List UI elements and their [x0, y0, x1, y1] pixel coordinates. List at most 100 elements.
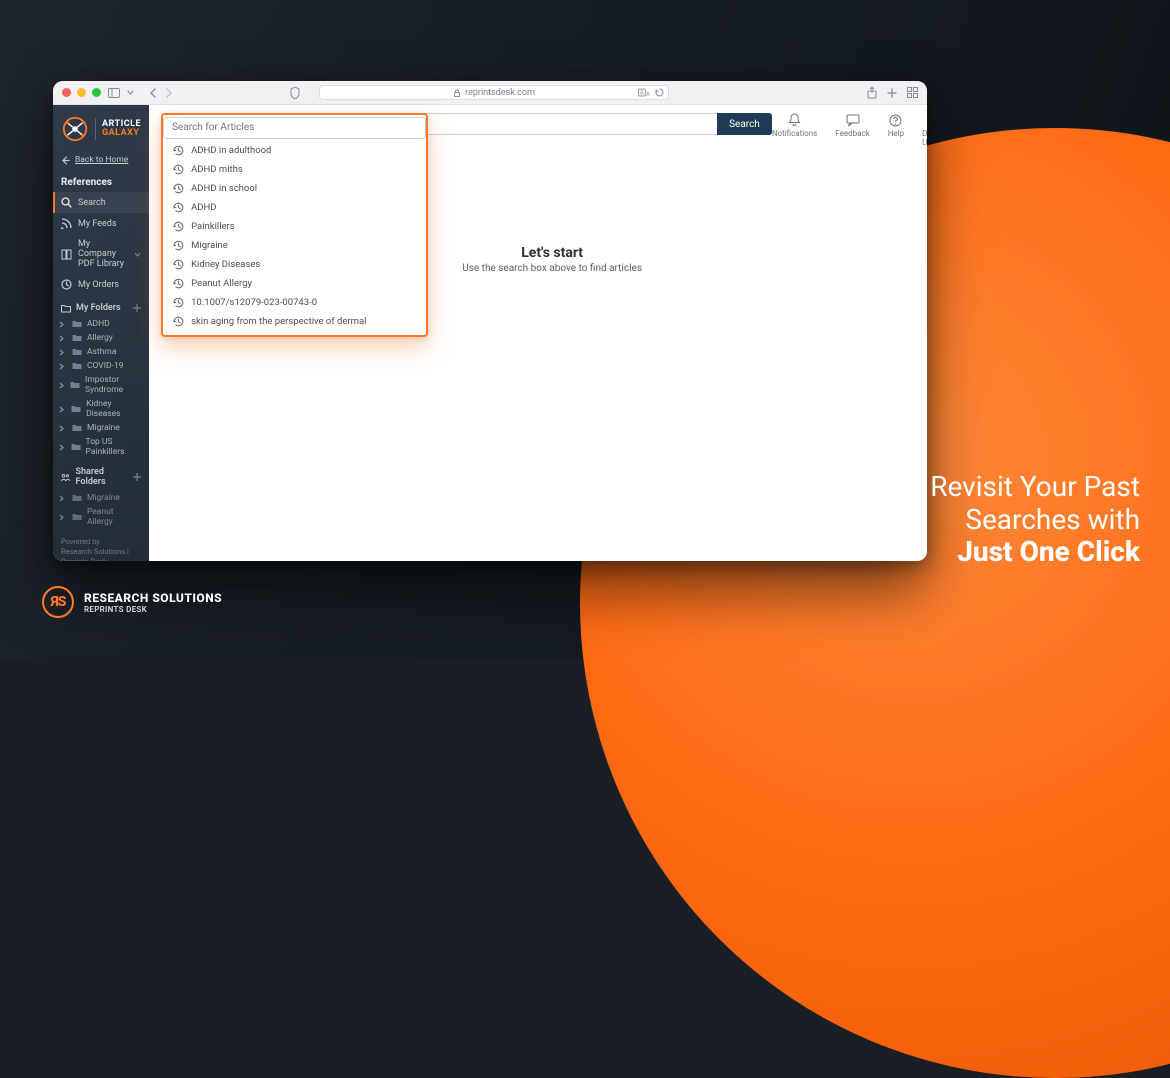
chevron-down-icon: [134, 252, 141, 257]
suggestion-item[interactable]: ADHD: [163, 198, 426, 217]
reload-icon[interactable]: [655, 88, 664, 97]
chevron-right-icon: [59, 321, 67, 328]
browser-forward-button[interactable]: [165, 88, 173, 98]
back-to-home-link[interactable]: Back to Home: [53, 151, 149, 171]
suggestion-item[interactable]: Painkillers: [163, 217, 426, 236]
history-icon: [173, 316, 184, 327]
help-icon: [889, 113, 903, 127]
folder-item[interactable]: Kidney Diseases: [53, 397, 149, 421]
nav-label: My Orders: [78, 280, 119, 290]
folder-icon: [71, 443, 81, 451]
shared-folder-item[interactable]: Peanut Allergy: [53, 505, 149, 529]
chevron-right-icon: [59, 406, 66, 413]
promo-copy: Revisit Your Past Searches with Just One…: [930, 471, 1140, 568]
folder-icon: [72, 320, 82, 328]
notifications-button[interactable]: Notifications: [772, 113, 817, 138]
suggestion-text: Kidney Diseases: [191, 259, 260, 270]
folder-item[interactable]: Allergy: [53, 331, 149, 345]
shared-folder-item[interactable]: Migraine: [53, 491, 149, 505]
folder-item[interactable]: Asthma: [53, 345, 149, 359]
search-input-active[interactable]: [163, 117, 426, 139]
folder-item[interactable]: COVID-19: [53, 359, 149, 373]
lock-icon: [453, 89, 461, 97]
history-icon: [173, 202, 184, 213]
nav-my-orders[interactable]: My Orders: [53, 274, 149, 295]
chat-icon: [846, 113, 860, 127]
svg-text:あ: あ: [646, 92, 650, 98]
chevron-right-icon: [59, 349, 67, 356]
bell-icon: [788, 113, 802, 127]
browser-back-button[interactable]: [149, 88, 157, 98]
folder-icon: [71, 405, 81, 413]
app-logo[interactable]: ARTICLE GALAXY: [53, 105, 149, 151]
minimize-window-button[interactable]: [77, 88, 86, 97]
clock-icon: [61, 279, 72, 290]
close-window-button[interactable]: [62, 88, 71, 97]
nav-pdf-library[interactable]: My Company PDF Library: [53, 234, 149, 274]
nav-label: My Company PDF Library: [78, 239, 128, 269]
svg-text:A: A: [640, 90, 644, 97]
help-button[interactable]: Help: [888, 113, 904, 138]
sidebar: ARTICLE GALAXY Back to Home References S…: [53, 105, 149, 561]
browser-window: reprintsdesk.com Aあ: [53, 81, 927, 561]
arrow-left-icon: [61, 156, 70, 165]
suggestion-item[interactable]: ADHD in school: [163, 179, 426, 198]
folder-label: Allergy: [87, 333, 113, 343]
url-text: reprintsdesk.com: [465, 88, 535, 98]
suggestion-item[interactable]: ADHD miths: [163, 160, 426, 179]
suggestion-text: ADHD: [191, 202, 216, 213]
add-folder-button[interactable]: [133, 304, 141, 312]
feedback-button[interactable]: Feedback: [835, 113, 869, 138]
suggestion-item[interactable]: Peanut Allergy: [163, 274, 426, 293]
sidebar-toggle-icon[interactable]: [108, 88, 120, 98]
people-icon: [61, 473, 71, 482]
folder-icon: [72, 494, 82, 502]
address-bar[interactable]: reprintsdesk.com Aあ: [319, 85, 669, 100]
new-tab-icon[interactable]: [887, 88, 897, 98]
nav-label: My Feeds: [78, 219, 117, 229]
nav-my-feeds[interactable]: My Feeds: [53, 213, 149, 234]
search-suggestions-panel: ADHD in adulthood ADHD miths ADHD in schoo…: [161, 113, 428, 337]
user-icon: [926, 113, 927, 127]
suggestion-item[interactable]: Kidney Diseases: [163, 255, 426, 274]
suggestion-text: ADHD in school: [191, 183, 257, 194]
suggestion-item[interactable]: skin aging from the perspective of derma…: [163, 312, 426, 331]
suggestion-item[interactable]: Migraine: [163, 236, 426, 255]
folder-icon: [72, 424, 82, 432]
suggestion-text: ADHD in adulthood: [191, 145, 271, 156]
sidebar-footer: Powered by Research Solutions | Reprints…: [53, 529, 149, 561]
folder-icon: [72, 513, 82, 521]
back-to-home-label: Back to Home: [75, 155, 128, 165]
history-icon: [173, 240, 184, 251]
history-icon: [173, 221, 184, 232]
folder-item[interactable]: ADHD: [53, 317, 149, 331]
suggestion-item[interactable]: ADHD in adulthood: [163, 141, 426, 160]
add-shared-folder-button[interactable]: [133, 473, 141, 481]
fullscreen-window-button[interactable]: [92, 88, 101, 97]
logo-icon: [61, 115, 89, 143]
folder-icon: [70, 381, 80, 389]
chevron-down-icon[interactable]: [127, 90, 134, 95]
chevron-right-icon: [59, 335, 67, 342]
privacy-shield-icon[interactable]: [290, 87, 300, 99]
reader-icon[interactable]: Aあ: [638, 88, 650, 97]
my-folders-header: My Folders: [53, 295, 149, 317]
suggestion-text: skin aging from the perspective of derma…: [191, 316, 366, 327]
tab-overview-icon[interactable]: [907, 87, 918, 98]
folder-label: COVID-19: [87, 361, 124, 371]
search-button[interactable]: Search: [717, 113, 772, 135]
user-menu[interactable]: Demo User: [922, 113, 927, 147]
folder-item[interactable]: Impostor Syndrome: [53, 373, 149, 397]
vendor-logo-icon: ЯS: [42, 586, 74, 618]
chevron-right-icon: [59, 495, 67, 502]
share-icon[interactable]: [867, 87, 877, 99]
nav-search[interactable]: Search: [53, 192, 149, 213]
suggestion-text: 10.1007/s12079-023-00743-0: [191, 297, 317, 308]
chevron-right-icon: [59, 425, 67, 432]
folder-label: Migraine: [87, 493, 120, 503]
history-icon: [173, 164, 184, 175]
logo-text-2: GALAXY: [102, 129, 141, 138]
folder-item[interactable]: Migraine: [53, 421, 149, 435]
suggestion-item[interactable]: 10.1007/s12079-023-00743-0: [163, 293, 426, 312]
folder-item[interactable]: Top US Painkillers: [53, 435, 149, 459]
